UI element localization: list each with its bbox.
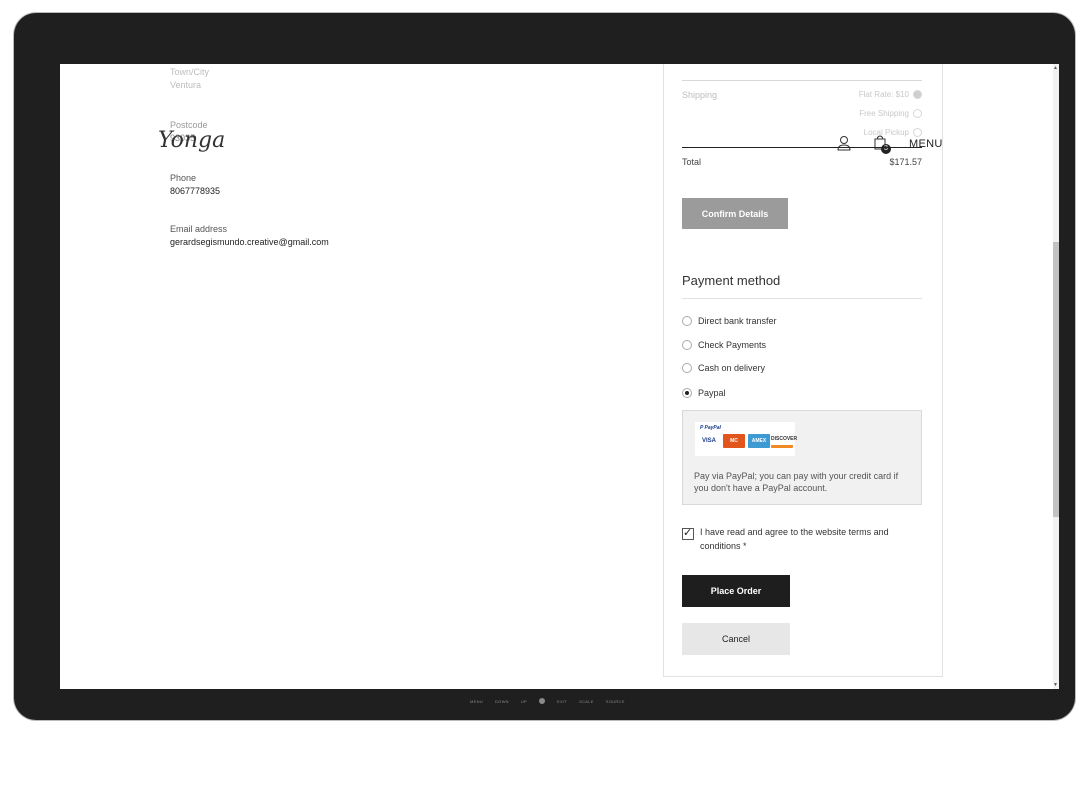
discover-logo: DISCOVER xyxy=(771,434,797,448)
header-divider xyxy=(682,147,922,148)
mastercard-logo: MC xyxy=(723,434,745,448)
confirm-details-button[interactable]: Confirm Details xyxy=(682,198,788,229)
shipping-option-free[interactable]: Free Shipping xyxy=(859,109,922,118)
radio-icon[interactable] xyxy=(913,109,922,118)
divider xyxy=(682,298,922,299)
billing-phone: Phone 8067778935 xyxy=(170,173,220,196)
scrollbar-thumb[interactable] xyxy=(1053,242,1059,517)
osd-source-label[interactable]: SOURCE xyxy=(606,699,625,704)
payment-option-paypal[interactable]: Paypal xyxy=(682,388,726,398)
total-label: Total xyxy=(682,157,702,167)
shipping-option-flat-rate[interactable]: Flat Rate: $10 xyxy=(859,90,922,99)
visa-logo: VISA xyxy=(698,434,720,448)
field-value: Ventura xyxy=(170,80,202,90)
radio-icon[interactable] xyxy=(913,90,922,99)
radio-icon[interactable] xyxy=(682,363,692,373)
field-label: Phone xyxy=(170,173,197,183)
cart-count-badge: 3 xyxy=(881,144,891,154)
osd-scale-label[interactable]: SCALE xyxy=(579,699,594,704)
checkbox-checked-icon[interactable]: ✓ xyxy=(682,528,694,540)
site-logo[interactable]: Yonga xyxy=(158,128,225,153)
monitor-bezel: Town/City Ventura Postcode 93035 Phone 8… xyxy=(14,13,1075,720)
billing-email: Email address gerardsegismundo.creative@… xyxy=(170,224,329,247)
payment-option-label: Direct bank transfer xyxy=(698,316,777,326)
scroll-down-arrow-icon[interactable]: ▼ xyxy=(1053,682,1058,688)
payment-option-label: Cash on delivery xyxy=(698,363,766,373)
field-label: Town/City xyxy=(170,67,210,77)
payment-method-title: Payment method xyxy=(682,273,781,288)
payment-option-bank-transfer[interactable]: Direct bank transfer xyxy=(682,316,777,326)
field-value: gerardsegismundo.creative@gmail.com xyxy=(170,237,329,247)
field-value: 8067778935 xyxy=(170,186,221,196)
osd-down-label[interactable]: DOWN xyxy=(495,699,509,704)
payment-option-label: Paypal xyxy=(698,388,726,398)
menu-button[interactable]: MENU xyxy=(909,138,943,150)
monitor-osd-buttons: MENU DOWN UP EXIT SCALE SOURCE xyxy=(470,698,625,704)
power-button-icon[interactable] xyxy=(539,698,546,704)
radio-icon[interactable] xyxy=(682,340,692,350)
payment-option-label: Check Payments xyxy=(698,340,767,350)
paypal-info-box: P PayPal VISA MC AMEX DISCOVER Pay via P… xyxy=(682,410,922,505)
osd-up-label[interactable]: UP xyxy=(521,699,527,704)
shipping-option-label: Free Shipping xyxy=(859,109,909,118)
radio-icon[interactable] xyxy=(913,128,922,137)
payment-option-check[interactable]: Check Payments xyxy=(682,340,766,350)
browser-viewport: Town/City Ventura Postcode 93035 Phone 8… xyxy=(60,64,1059,689)
radio-icon[interactable] xyxy=(682,388,692,398)
paypal-logo: P PayPal xyxy=(700,425,721,431)
shipping-label: Shipping xyxy=(682,90,718,100)
osd-menu-label[interactable]: MENU xyxy=(470,699,483,704)
osd-exit-label[interactable]: EXIT xyxy=(557,699,567,704)
place-order-button[interactable]: Place Order xyxy=(682,575,790,607)
terms-label: I have read and agree to the website ter… xyxy=(700,527,889,551)
amex-logo: AMEX xyxy=(748,434,770,448)
paypal-card-logos: P PayPal VISA MC AMEX DISCOVER xyxy=(695,422,797,456)
scroll-up-arrow-icon[interactable]: ▲ xyxy=(1053,65,1058,71)
radio-icon[interactable] xyxy=(682,316,692,326)
shipping-option-label: Flat Rate: $10 xyxy=(858,90,909,99)
user-account-icon[interactable] xyxy=(837,135,851,151)
divider xyxy=(682,80,922,81)
cancel-button[interactable]: Cancel xyxy=(682,623,790,655)
paypal-description: Pay via PayPal; you can pay with your cr… xyxy=(694,471,899,493)
total-value: $171.57 xyxy=(889,157,922,167)
billing-town-city: Town/City Ventura xyxy=(170,67,209,90)
terms-checkbox-row[interactable]: ✓ I have read and agree to the website t… xyxy=(682,525,922,553)
field-label: Email address xyxy=(170,224,228,234)
payment-option-cod[interactable]: Cash on delivery xyxy=(682,363,765,373)
